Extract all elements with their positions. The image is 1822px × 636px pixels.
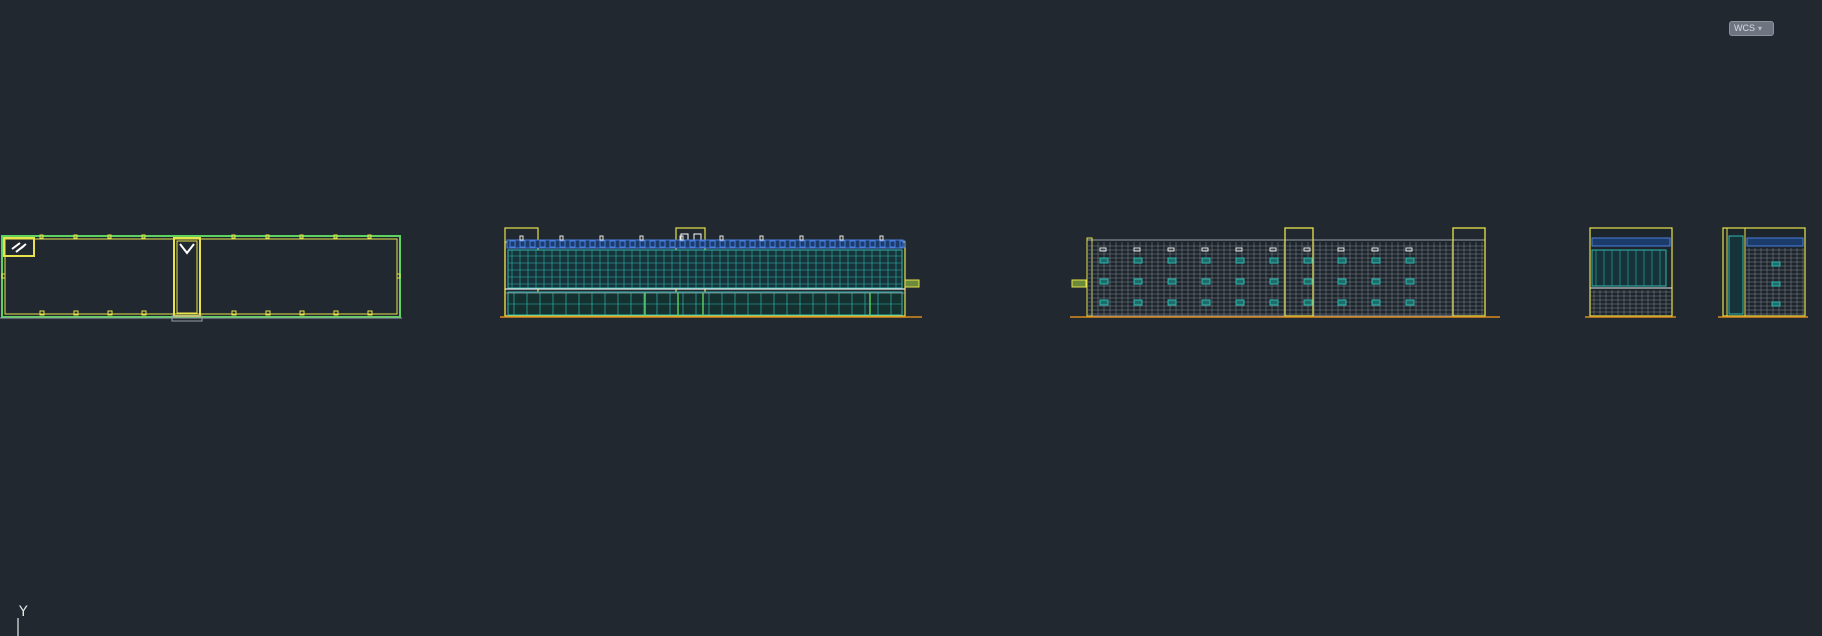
- side-right-window: [1771, 261, 1781, 267]
- ucs-y-axis-label: Y: [19, 604, 28, 620]
- rear-window: [1167, 257, 1177, 264]
- side-elevation-right-view[interactable]: [1718, 227, 1808, 318]
- rear-window: [1167, 299, 1177, 306]
- rear-window: [1099, 299, 1109, 306]
- side-right-glazing: [1728, 235, 1744, 315]
- rear-window: [1303, 278, 1313, 285]
- rear-window: [1235, 278, 1245, 285]
- rear-window: [1337, 299, 1347, 306]
- rear-window: [1201, 257, 1211, 264]
- front-upper-glazing: [507, 249, 903, 289]
- rear-window: [1405, 278, 1415, 285]
- front-roof-post: [519, 235, 524, 241]
- wcs-label: WCS: [1734, 23, 1755, 33]
- front-roof-post: [559, 235, 564, 241]
- coordinate-system-dropdown[interactable]: WCS ▾: [1729, 21, 1774, 36]
- front-roof-post: [639, 235, 644, 241]
- front-roof-post: [759, 235, 764, 241]
- rear-window: [1337, 278, 1347, 285]
- rear-window: [1303, 299, 1313, 306]
- rear-elevation-view[interactable]: [1070, 227, 1500, 318]
- rear-window: [1405, 299, 1415, 306]
- plan-stair-symbol: [11, 242, 27, 253]
- plan-column: [396, 273, 401, 279]
- rear-side-annex: [1071, 279, 1087, 288]
- front-roof-post: [879, 235, 884, 241]
- front-roof-post: [839, 235, 844, 241]
- rear-window: [1303, 257, 1313, 264]
- front-roof-post: [719, 235, 724, 241]
- rear-window: [1371, 257, 1381, 264]
- side-right-parapet: [1746, 237, 1804, 247]
- side-left-glazing: [1591, 249, 1667, 287]
- rear-window: [1371, 299, 1381, 306]
- rear-window: [1167, 278, 1177, 285]
- rear-window: [1405, 257, 1415, 264]
- rear-window: [1133, 278, 1143, 285]
- rear-window: [1235, 257, 1245, 264]
- front-side-annex: [904, 279, 920, 288]
- rear-window: [1201, 278, 1211, 285]
- rear-window: [1099, 278, 1109, 285]
- front-roof-post: [599, 235, 604, 241]
- plan-core-box: [173, 237, 201, 317]
- rear-window: [1133, 257, 1143, 264]
- rear-window: [1133, 299, 1143, 306]
- side-left-parapet: [1591, 237, 1671, 247]
- plan-stair-box: [3, 237, 35, 257]
- cad-drawing-canvas[interactable]: [0, 0, 1822, 636]
- rear-window: [1371, 278, 1381, 285]
- rear-window: [1337, 257, 1347, 264]
- floor-plan-view[interactable]: [0, 234, 402, 322]
- side-elevation-left-view[interactable]: [1585, 227, 1676, 318]
- rear-window: [1269, 278, 1279, 285]
- side-right-window: [1771, 301, 1781, 307]
- plan-core-arrow: [179, 243, 195, 255]
- model-space-viewport[interactable]: WCS ▾ Y: [0, 0, 1822, 636]
- front-lower-glazing: [507, 291, 903, 316]
- plan-column: [1, 273, 6, 279]
- rear-window: [1201, 299, 1211, 306]
- front-roof-post: [799, 235, 804, 241]
- chevron-down-icon: ▾: [1758, 24, 1763, 33]
- rear-window: [1269, 299, 1279, 306]
- side-right-window: [1771, 281, 1781, 287]
- front-elevation-view[interactable]: [500, 227, 922, 318]
- rear-window: [1269, 257, 1279, 264]
- rear-window: [1099, 257, 1109, 264]
- rear-window: [1235, 299, 1245, 306]
